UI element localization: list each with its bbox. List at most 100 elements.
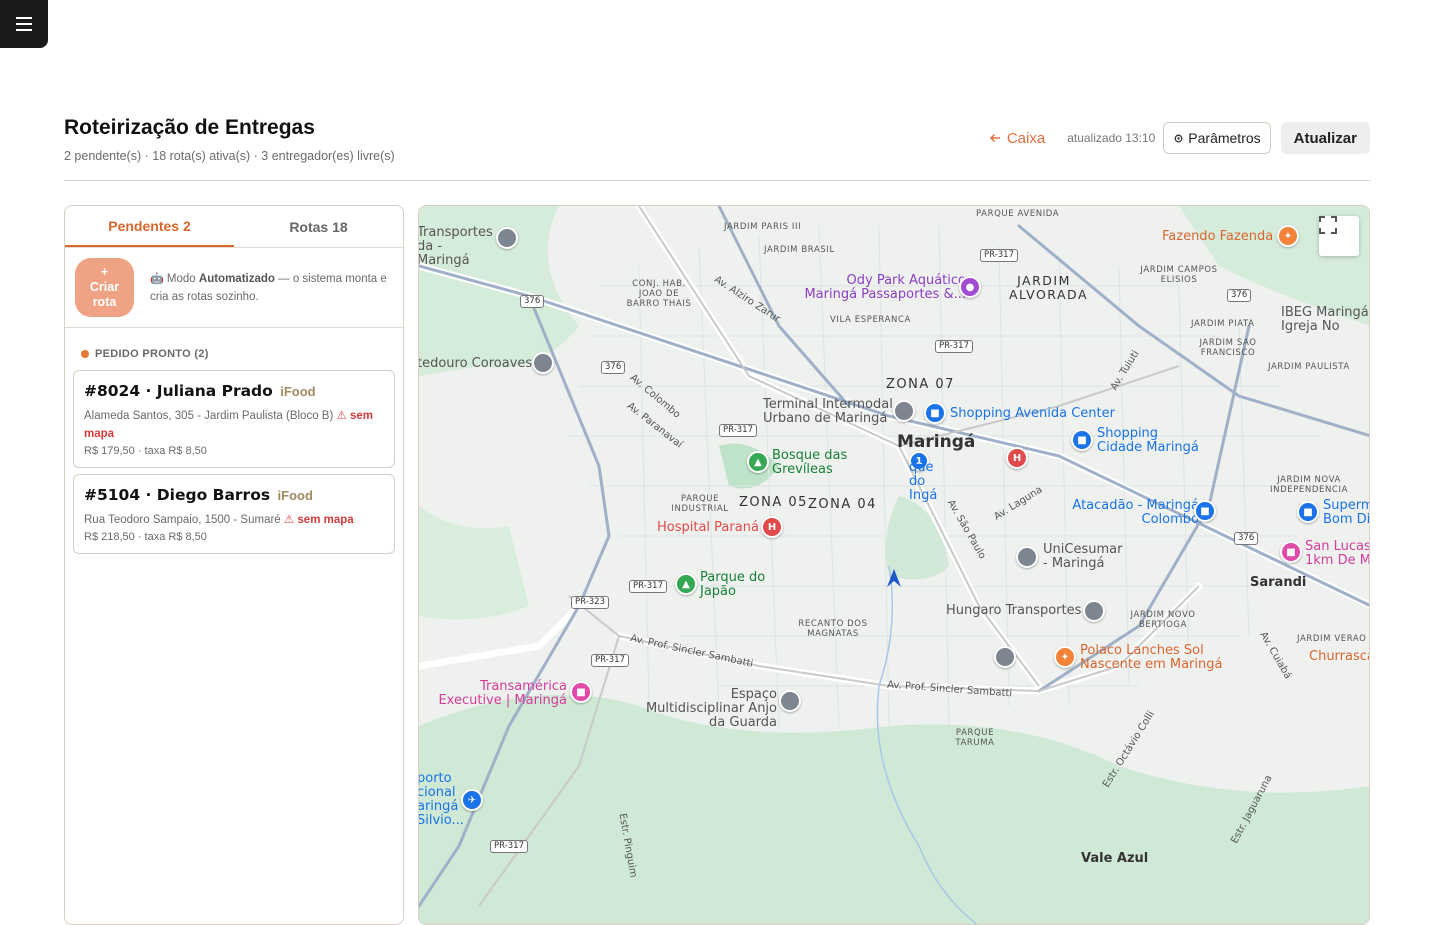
orders-panel: Pendentes 2 Rotas 18 + Criar rota 🤖 Modo… [64,205,404,925]
section-ready-orders: PEDIDO PRONTO (2) [81,348,209,360]
hotel-pin-icon[interactable]: ■ [570,681,592,703]
auto-mode-row: + Criar rota 🤖 Modo Automatizado — o sis… [65,248,403,328]
shopping-pin-icon[interactable]: ■ [1194,500,1216,522]
tab-pending[interactable]: Pendentes 2 [65,206,234,247]
area-label: JARDIM PAULISTA [1268,362,1350,372]
map-pin-icon[interactable] [1083,600,1105,622]
order-source: iFood [277,488,313,503]
create-route-button[interactable]: + Criar rota [75,258,134,317]
shopping-pin-icon[interactable]: ■ [1297,501,1319,523]
hospital-pin-icon[interactable]: H [761,516,783,538]
fullscreen-button[interactable] [1319,216,1359,256]
warning-icon: ⚠ [283,514,295,526]
menu-button[interactable] [0,0,48,48]
area-label: PARQUE TARUMA [955,728,995,748]
town-label: Sarandi [1250,575,1307,590]
create-route-label-line2: rota [92,295,117,309]
poi-label: Bosque das Grevíleas [772,448,848,477]
poi-label: Hungaro Transportes [946,603,1082,618]
road-shield: 376 [1234,532,1259,545]
poi-label: Atacadão - Maringá Colombo [1072,498,1199,527]
area-label: PARQUE INDUSTRIAL [671,494,729,514]
plus-icon: + [100,265,109,279]
delivery-map[interactable]: JARDIM PARIS III JARDIM BRASIL PARQUE AV… [418,205,1370,925]
area-label: JARDIM BRASIL [764,245,835,255]
map-base [419,206,1369,924]
shopping-pin-icon[interactable]: ■ [924,402,946,424]
map-pin-icon[interactable] [532,352,554,374]
order-address: Rua Teodoro Sampaio, 1500 - Sumaré [84,514,281,526]
robot-icon: 🤖 [150,273,164,285]
order-address-line: Alameda Santos, 305 - Jardim Paulista (B… [84,407,384,443]
parameters-button[interactable]: Parâmetros [1163,122,1271,154]
order-address: Alameda Santos, 305 - Jardim Paulista (B… [84,410,334,422]
map-pin-icon[interactable] [779,690,801,712]
park-pin-icon[interactable]: ▲ [675,573,697,595]
road-shield: PR-317 [719,424,757,437]
poi-label: Churrasca [1309,649,1370,664]
poi-label: IBEG Maringá Igreja No [1281,305,1369,334]
city-label: Maringá [897,432,976,452]
area-label: RECANTO DOS MAGNATAS [798,619,868,639]
parameters-label: Parâmetros [1188,130,1261,146]
poi-label: UniCesumar - Maringá [1043,542,1123,571]
auto-mode-name: Automatizado [198,273,275,285]
poi-label: Fazendo Fazenda [1162,229,1274,244]
no-map-warning: sem mapa [297,514,354,526]
zone-label: ZONA 05 [739,495,808,510]
auto-mode-prefix: Modo [166,273,196,285]
poi-label: Superm Bom Di [1323,498,1370,527]
order-price: R$ 218,50 · taxa R$ 8,50 [84,531,207,543]
warning-icon: ⚠ [336,410,347,422]
fullscreen-icon [1319,216,1337,234]
hospital-pin-icon[interactable]: H [1006,447,1028,469]
order-title: #5104 · Diego Barros [84,486,271,504]
hamburger-menu-icon [16,15,32,33]
poi-label: Hospital Paraná [657,520,759,535]
airport-pin-icon[interactable]: ✈ [461,789,483,811]
area-label: JARDIM NOVA INDEPENDENCIA [1270,475,1348,495]
order-price: R$ 179,50 · taxa R$ 8,50 [84,445,207,457]
hotel-pin-icon[interactable]: ■ [1280,541,1302,563]
refresh-button[interactable]: Atualizar [1280,122,1370,154]
order-card[interactable]: #8024 · Juliana Prado iFood Alameda Sant… [73,370,395,468]
caixa-link[interactable]: Caixa [989,130,1045,147]
order-title: #8024 · Juliana Prado [84,382,273,400]
poi-label: Parque do Japão [700,570,766,599]
page-subtitle: 2 pendente(s) · 18 rota(s) ativa(s) · 3 … [64,149,395,163]
zone-label: ZONA 04 [808,497,877,512]
poi-label: tedouro Coroaves [418,356,533,371]
panel-tabs: Pendentes 2 Rotas 18 [65,206,403,248]
town-label: Vale Azul [1081,851,1149,866]
gear-icon [1174,134,1183,142]
restaurant-pin-icon[interactable]: ✦ [1277,225,1299,247]
road-shield: PR-317 [935,340,973,353]
shopping-pin-icon[interactable]: ■ [1071,429,1093,451]
area-label: JARDIM VERAO [1297,634,1367,644]
restaurant-pin-icon[interactable]: ✦ [1054,646,1076,668]
page-title: Roteirização de Entregas [64,116,315,139]
poi-label: Ody Park Aquático Maringá Passaportes &.… [804,273,966,302]
arrow-left-icon [989,133,1000,143]
order-card[interactable]: #5104 · Diego Barros iFood Rua Teodoro S… [73,474,395,554]
order-source: iFood [280,384,316,399]
auto-mode-description: 🤖 Modo Automatizado — o sistema monta e … [150,270,395,306]
bus-station-pin-icon[interactable] [893,400,915,422]
road-shield: PR-323 [571,596,609,609]
school-pin-icon[interactable] [994,646,1016,668]
road-shield: PR-317 [490,840,528,853]
poi-label: Shopping Avenida Center [950,406,1115,421]
poi-label: que do Ingá [909,460,938,503]
road-shield: PR-317 [629,580,667,593]
map-pin-icon[interactable] [496,227,518,249]
poi-label: Polaco Lanches Sol Nascente em Maringá [1080,643,1223,672]
park-pin-icon[interactable]: ▲ [747,451,769,473]
park-pin-icon[interactable]: ● [959,276,981,298]
tab-routes[interactable]: Rotas 18 [234,206,403,247]
header-actions: Caixa atualizado 13:10 Parâmetros Atuali… [989,122,1370,154]
area-label: VILA ESPERANCA [830,315,911,325]
area-label: JARDIM NOVO BERTIOGA [1130,610,1196,630]
poi-label: Terminal Intermodal Urbano de Maringá [763,397,893,426]
status-dot-icon [81,350,89,358]
school-pin-icon[interactable] [1016,546,1038,568]
